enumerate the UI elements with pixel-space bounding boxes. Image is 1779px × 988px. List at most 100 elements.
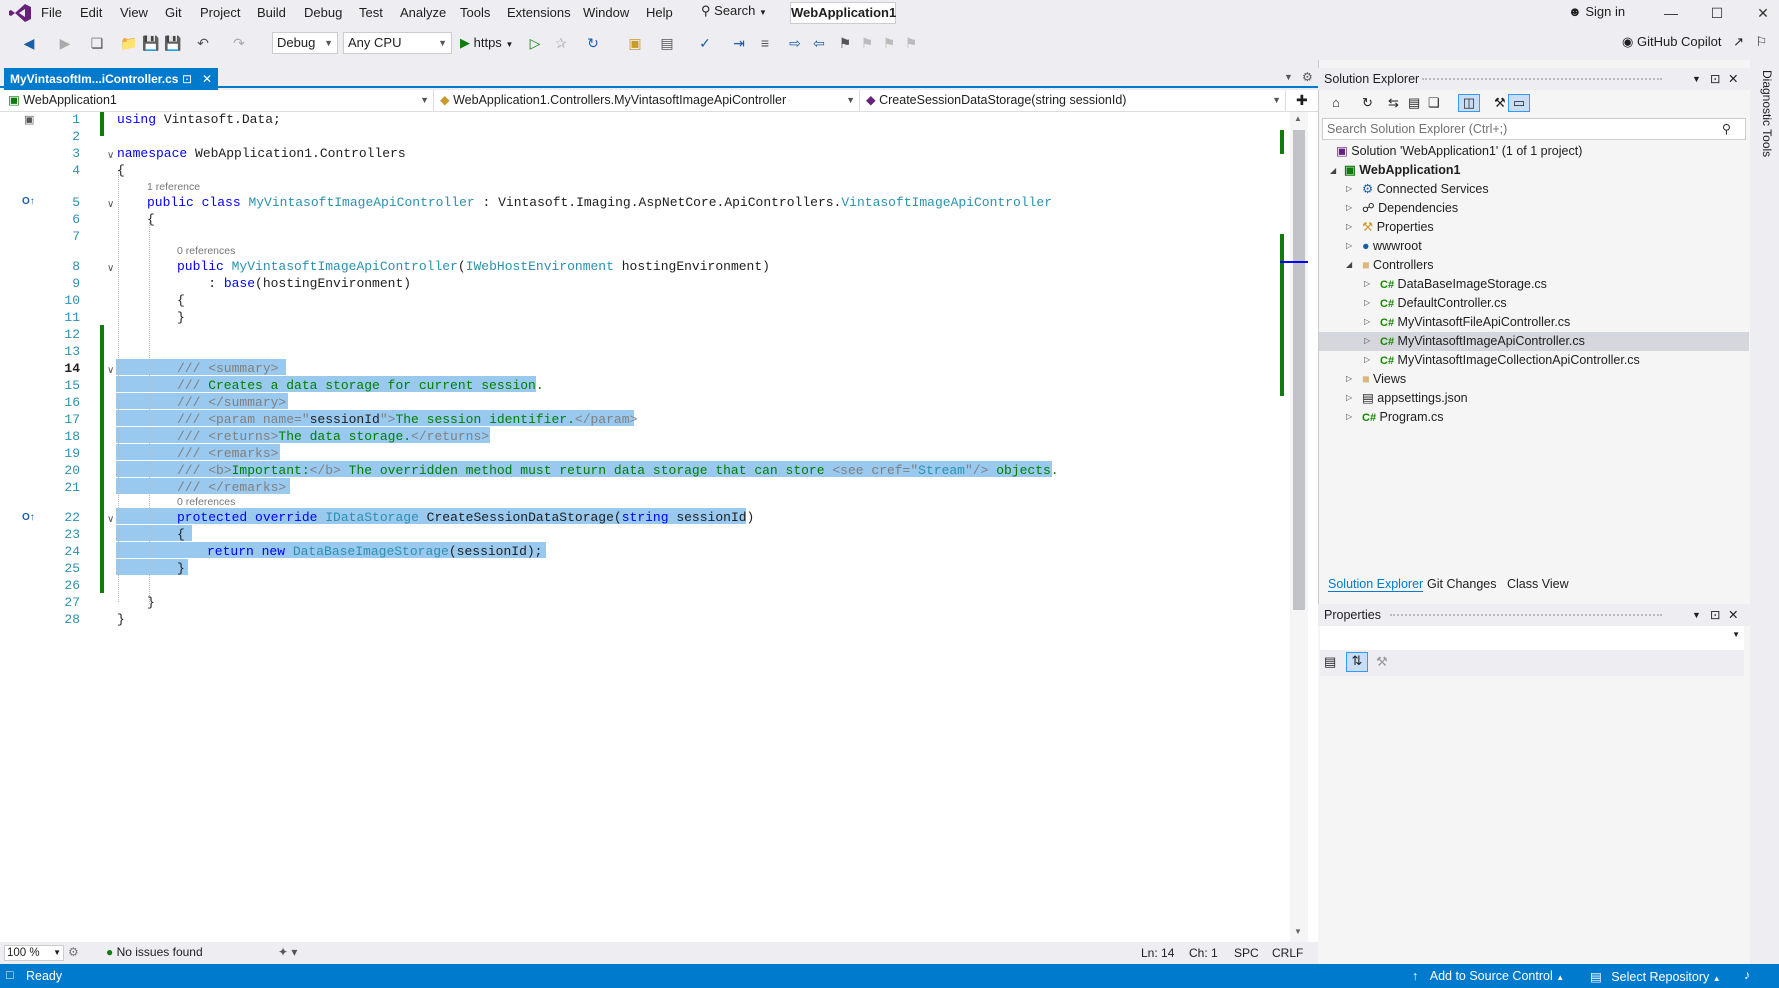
collapsed-icon[interactable]: ▷ (1346, 374, 1352, 383)
menu-help[interactable]: Help (646, 5, 673, 20)
categorized-icon[interactable]: ▤ (1324, 654, 1336, 670)
drag-grip[interactable] (1422, 78, 1662, 80)
close-icon[interactable]: ✕ (1728, 68, 1738, 90)
collapse-icon[interactable]: ∨ (107, 199, 114, 210)
collapsed-icon[interactable]: ▷ (1346, 412, 1352, 421)
filter-icon[interactable]: ◫ (1458, 94, 1480, 112)
tab-class-view[interactable]: Class View (1507, 577, 1569, 591)
refresh-icon[interactable]: ↻ (584, 34, 602, 52)
clear-bookmark-icon[interactable]: ⚑ (902, 34, 920, 52)
pin-icon[interactable]: ⊡ (1710, 604, 1720, 626)
tree-item-properties[interactable]: ⚒ Properties (1362, 218, 1434, 237)
bookmark-icon[interactable]: ⚑ (836, 34, 854, 52)
spell-check-icon[interactable]: ✓ (696, 34, 714, 52)
undo-icon[interactable]: ↶ (194, 34, 212, 52)
sign-in-button[interactable]: ☻ Sign in (1568, 4, 1625, 19)
new-item-icon[interactable]: ❏ (88, 34, 106, 52)
layout-icon[interactable]: ▤ (658, 34, 676, 52)
type-navigation-select[interactable]: ◆ WebApplication1.Controllers.MyVintasof… (436, 90, 860, 111)
close-icon[interactable]: ✕ (1740, 0, 1779, 26)
menu-tools[interactable]: Tools (460, 5, 490, 20)
solution-explorer-search[interactable]: Search Solution Explorer (Ctrl+;) ⚲ (1322, 118, 1746, 140)
properties-object-select[interactable]: ▼ (1320, 626, 1744, 650)
tab-solution-explorer[interactable]: Solution Explorer (1328, 577, 1424, 592)
chevron-down-icon[interactable]: ▼ (1692, 604, 1701, 626)
collapse-icon[interactable]: ∨ (107, 514, 114, 525)
chevron-down-icon[interactable]: ▼ (1692, 68, 1701, 90)
menu-test[interactable]: Test (359, 5, 383, 20)
menu-git[interactable]: Git (165, 5, 182, 20)
collapsed-icon[interactable]: ▷ (1346, 241, 1352, 250)
scroll-down-icon[interactable]: ▼ (1294, 927, 1302, 936)
collapsed-icon[interactable]: ▷ (1364, 336, 1370, 345)
close-tab-icon[interactable]: ✕ (202, 68, 212, 90)
line-indicator[interactable]: Ln: 14 (1141, 946, 1174, 960)
close-icon[interactable]: ✕ (1728, 604, 1738, 626)
redo-icon[interactable]: ↷ (230, 34, 248, 52)
codelens-references[interactable]: 1 reference (147, 181, 200, 193)
tab-dropdown-icon[interactable]: ▼ (1284, 72, 1293, 82)
notifications-bell-icon[interactable]: ♪ (1744, 968, 1750, 982)
override-marker-icon[interactable]: O↑ (22, 196, 35, 207)
properties-wrench-icon[interactable]: ⚒ (1494, 95, 1506, 111)
save-icon[interactable]: 💾 (142, 34, 160, 52)
whitespace-indicator[interactable]: SPC (1234, 946, 1259, 960)
menu-window[interactable]: Window (583, 5, 629, 20)
collapsed-icon[interactable]: ▷ (1364, 279, 1370, 288)
tree-item-wwwroot[interactable]: ● wwwroot (1362, 237, 1422, 256)
tree-solution[interactable]: ▣ Solution 'WebApplication1' (1 of 1 pro… (1336, 142, 1582, 161)
search-button[interactable]: ⚲ Search ▼ (701, 3, 771, 23)
collapsed-icon[interactable]: ▷ (1346, 222, 1352, 231)
menu-file[interactable]: File (41, 5, 62, 20)
sync-icon[interactable]: ⇆ (1388, 95, 1399, 111)
add-to-source-control-button[interactable]: ↑ Add to Source Control ▲ (1412, 969, 1564, 983)
configuration-select[interactable]: Debug ▼ (272, 32, 338, 54)
step-icon[interactable]: ⇥ (730, 34, 748, 52)
maximize-icon[interactable]: ☐ (1694, 0, 1740, 26)
tree-item-file[interactable]: C# DefaultController.cs (1380, 294, 1507, 313)
scrollbar-thumb[interactable] (1293, 130, 1305, 610)
history-icon[interactable]: ↻ (1362, 95, 1373, 111)
collapsed-icon[interactable]: ▷ (1346, 203, 1352, 212)
zoom-select[interactable]: 100 % ▼ (4, 945, 64, 961)
project-navigation-select[interactable]: ▣ WebApplication1 ▼ (4, 90, 434, 111)
minimize-icon[interactable]: — (1648, 0, 1694, 26)
tree-item-file[interactable]: C# MyVintasoftFileApiController.cs (1380, 313, 1570, 332)
next-bookmark-icon[interactable]: ⚑ (880, 34, 898, 52)
column-indicator[interactable]: Ch: 1 (1189, 946, 1218, 960)
wrench-icon[interactable]: ⚒ (1376, 654, 1388, 670)
menu-extensions[interactable]: Extensions (507, 5, 571, 20)
menu-build[interactable]: Build (257, 5, 286, 20)
tree-item-file[interactable]: C# MyVintasoftImageCollectionApiControll… (1380, 351, 1640, 370)
codelens-references[interactable]: 0 references (177, 245, 235, 257)
issues-indicator[interactable]: ● No issues found (106, 945, 203, 959)
collapse-icon[interactable]: ∨ (107, 263, 114, 274)
settings-gear-icon[interactable]: ⚙ (1302, 70, 1313, 84)
run-button[interactable]: ▶ https ▼ (460, 32, 513, 54)
prev-bookmark-icon[interactable]: ⚑ (858, 34, 876, 52)
platform-select[interactable]: Any CPU ▼ (343, 32, 452, 54)
pin-icon[interactable]: ⊡ (1710, 68, 1720, 90)
tree-item-dependencies[interactable]: ☍ Dependencies (1362, 199, 1458, 218)
home-icon[interactable]: ⌂ (1332, 95, 1340, 110)
codelens-references[interactable]: 0 references (177, 496, 235, 508)
document-tab[interactable]: MyVintasoftIm...iController.cs ⊡ ✕ (4, 68, 218, 90)
browse-icon[interactable]: ▣ (626, 34, 644, 52)
tree-item-file-selected[interactable]: C# MyVintasoftImageApiController.cs (1380, 332, 1585, 351)
scroll-up-icon[interactable]: ▲ (1294, 114, 1302, 123)
drag-grip[interactable] (1390, 614, 1662, 616)
select-repository-button[interactable]: ▤ Select Repository ▲ (1590, 969, 1721, 984)
forward-icon[interactable]: ▶ (56, 34, 74, 52)
tree-item-views[interactable]: ■ Views (1362, 370, 1406, 389)
visual-studio-logo-icon[interactable] (8, 3, 32, 23)
collapsed-icon[interactable]: ▷ (1346, 184, 1352, 193)
pin-icon[interactable]: ⊡ (182, 68, 192, 90)
tree-item-appsettings[interactable]: ▤ appsettings.json (1362, 389, 1468, 408)
back-icon[interactable]: ◀ (20, 34, 38, 52)
collapsed-icon[interactable]: ▷ (1364, 317, 1370, 326)
tree-item-controllers[interactable]: ■ Controllers (1362, 256, 1433, 275)
github-copilot-button[interactable]: ◉ GitHub Copilot ↗ ⚐ (1622, 34, 1767, 50)
preview-icon[interactable]: ▭ (1508, 94, 1530, 112)
collapsed-icon[interactable]: ▷ (1364, 298, 1370, 307)
start-without-debugging-icon[interactable]: ▷ (526, 34, 544, 52)
